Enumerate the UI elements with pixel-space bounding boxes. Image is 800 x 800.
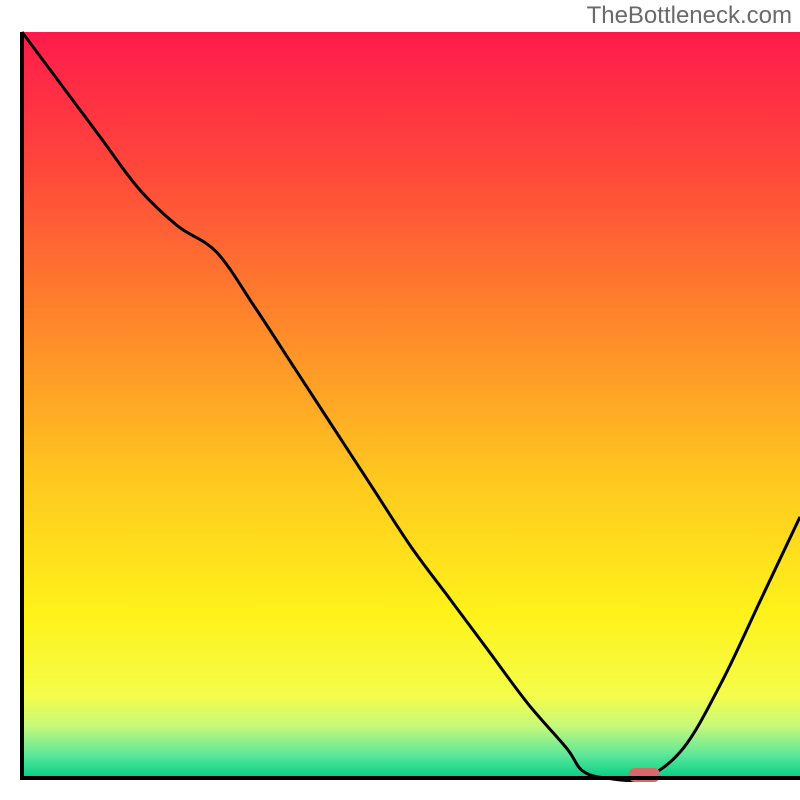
bottleneck-chart: TheBottleneck.com — [0, 0, 800, 800]
gradient-background — [22, 32, 800, 778]
chart-svg — [0, 0, 800, 800]
watermark-label: TheBottleneck.com — [587, 2, 792, 30]
